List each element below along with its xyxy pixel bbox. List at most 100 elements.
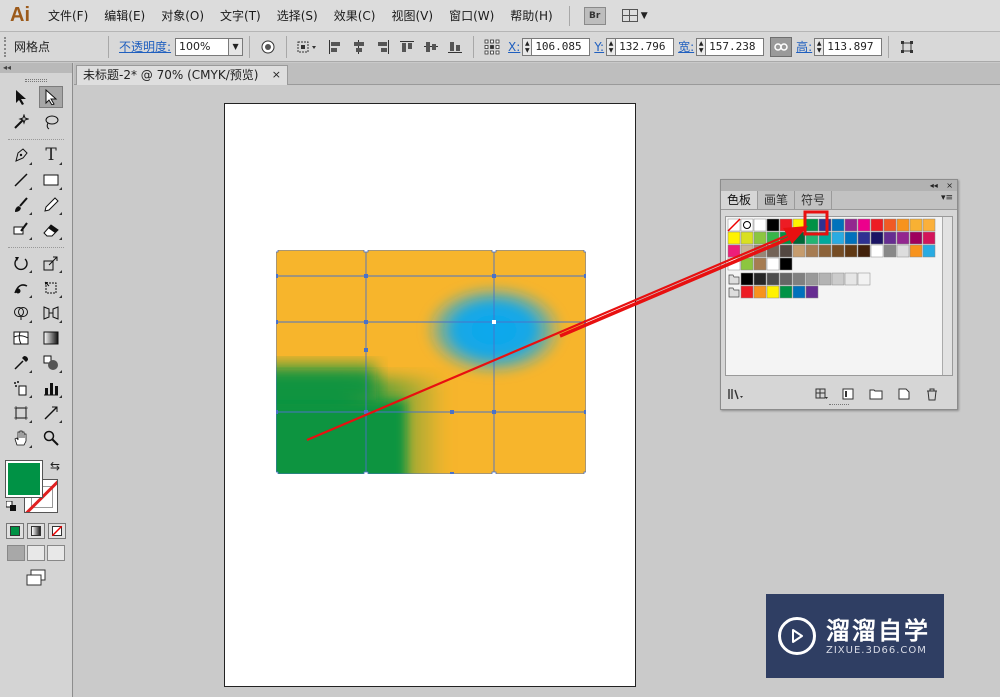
constrain-proportions-button[interactable] [770, 36, 793, 57]
reference-point-icon[interactable] [482, 37, 502, 57]
swatch[interactable] [883, 231, 897, 245]
swatch[interactable] [727, 244, 741, 258]
gradient-mode-button[interactable] [27, 523, 45, 539]
swatch[interactable] [818, 218, 832, 232]
x-field[interactable]: 106.085 [532, 37, 591, 56]
swatch[interactable] [779, 244, 793, 258]
swatch[interactable] [727, 231, 741, 245]
panel-titlebar[interactable]: ◂◂ × [721, 180, 957, 191]
color-mode-button[interactable] [6, 523, 24, 539]
swatch[interactable] [740, 285, 754, 299]
free-transform-tool[interactable] [39, 277, 63, 299]
color-group-folder-icon[interactable] [728, 274, 740, 285]
transform-icon[interactable] [897, 37, 917, 57]
swatch[interactable] [883, 244, 897, 258]
swatch[interactable] [831, 272, 845, 286]
width-stepper[interactable]: ▲ ▼ [696, 37, 707, 56]
swatch[interactable] [779, 285, 793, 299]
draw-inside-button[interactable] [47, 545, 65, 561]
swatch[interactable] [805, 218, 819, 232]
swatch[interactable] [792, 244, 806, 258]
tab-symbols[interactable]: 符号 [795, 191, 833, 209]
menu-item-3[interactable]: 文字(T) [212, 0, 269, 32]
swatch[interactable] [792, 231, 806, 245]
swatch[interactable] [909, 218, 923, 232]
swatch[interactable] [740, 257, 754, 271]
swatch-kind-icon[interactable] [813, 387, 831, 401]
arrange-documents-button[interactable]: ▼ [621, 7, 654, 25]
align-right-icon[interactable] [373, 37, 393, 57]
scrollbar[interactable] [942, 217, 952, 375]
x-stepper[interactable]: ▲ ▼ [522, 37, 533, 56]
swatch-library-icon[interactable] [727, 387, 745, 401]
selection-tool[interactable] [9, 86, 33, 108]
panel-grip[interactable] [4, 36, 10, 57]
swatch[interactable] [740, 272, 754, 286]
opacity-link[interactable]: 不透明度: [119, 38, 171, 55]
swatch[interactable] [753, 285, 767, 299]
swatch[interactable] [753, 257, 767, 271]
swatch[interactable] [857, 272, 871, 286]
artboard-tool[interactable] [9, 402, 33, 424]
align-to-icon[interactable] [295, 37, 321, 57]
delete-swatch-icon[interactable] [923, 387, 941, 401]
swatch-grid[interactable] [726, 217, 942, 375]
swap-fill-stroke-icon[interactable]: ⇆ [50, 459, 60, 473]
opacity-select[interactable]: 100% ▼ [175, 37, 244, 56]
menu-item-2[interactable]: 对象(O) [153, 0, 212, 32]
tab-swatches[interactable]: 色板 [721, 191, 759, 209]
menu-item-4[interactable]: 选择(S) [269, 0, 326, 32]
swatch[interactable] [766, 285, 780, 299]
swatch[interactable] [753, 244, 767, 258]
menu-item-0[interactable]: 文件(F) [40, 0, 96, 32]
swatch[interactable] [779, 257, 793, 271]
swatch[interactable] [896, 244, 910, 258]
swatch[interactable] [857, 231, 871, 245]
align-center-icon[interactable] [349, 37, 369, 57]
swatch[interactable] [857, 244, 871, 258]
swatch[interactable] [753, 218, 767, 232]
pen-tool[interactable] [9, 144, 33, 166]
menu-item-5[interactable]: 效果(C) [326, 0, 384, 32]
align-left-icon[interactable] [325, 37, 345, 57]
swatch[interactable] [896, 231, 910, 245]
magic-wand-tool[interactable] [9, 111, 33, 133]
align-top-icon[interactable] [397, 37, 417, 57]
mesh-tool[interactable] [9, 327, 33, 349]
swatch[interactable] [831, 244, 845, 258]
swatch[interactable] [792, 285, 806, 299]
recolor-artwork-icon[interactable] [258, 37, 278, 57]
symbol-sprayer-tool[interactable] [9, 377, 33, 399]
paintbrush-tool[interactable] [9, 194, 33, 216]
y-stepper[interactable]: ▲ ▼ [606, 37, 617, 56]
tools-panel-collapse[interactable]: ◂◂ [0, 63, 72, 73]
y-field[interactable]: 132.796 [616, 37, 675, 56]
align-middle-icon[interactable] [421, 37, 441, 57]
swatch[interactable] [779, 231, 793, 245]
swatch[interactable] [766, 257, 780, 271]
none-mode-button[interactable] [48, 523, 66, 539]
swatch[interactable] [779, 218, 793, 232]
swatch[interactable] [740, 231, 754, 245]
menu-item-6[interactable]: 视图(V) [383, 0, 441, 32]
swatch[interactable] [844, 218, 858, 232]
hand-tool[interactable] [9, 427, 33, 449]
rectangle-tool[interactable] [39, 169, 63, 191]
menu-item-1[interactable]: 编辑(E) [96, 0, 153, 32]
color-group-folder-icon[interactable] [728, 287, 740, 298]
panel-resize-grip[interactable] [829, 404, 849, 407]
line-tool[interactable] [9, 169, 33, 191]
panel-grip[interactable] [25, 79, 47, 82]
swatch[interactable] [883, 218, 897, 232]
gradient-tool[interactable] [39, 327, 63, 349]
swatch[interactable] [805, 272, 819, 286]
swatch[interactable] [909, 244, 923, 258]
swatch[interactable] [766, 272, 780, 286]
swatch[interactable] [870, 218, 884, 232]
swatch[interactable] [766, 218, 780, 232]
swatch[interactable] [740, 244, 754, 258]
new-swatch-icon[interactable] [895, 387, 913, 401]
document-tab[interactable]: 未标题-2* @ 70% (CMYK/预览) × [76, 65, 288, 85]
zoom-tool[interactable] [39, 427, 63, 449]
slice-tool[interactable] [39, 402, 63, 424]
